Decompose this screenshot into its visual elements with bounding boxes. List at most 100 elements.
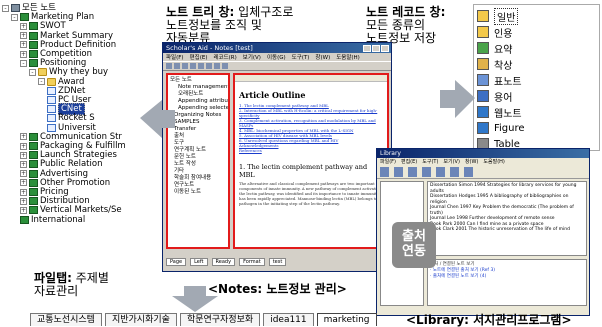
record-type-item[interactable]: 웹노트 bbox=[477, 104, 596, 120]
notes-tree-item[interactable]: Transfer bbox=[170, 126, 226, 133]
outline-link[interactable]: 2. Interaction of MBL with H-ficolin: a … bbox=[239, 108, 383, 118]
edit-reference-icon[interactable] bbox=[394, 166, 403, 177]
notes-tree-item[interactable]: 모든 노트 bbox=[170, 77, 226, 84]
notes-tree-item[interactable]: Appending selected bbox=[170, 105, 228, 112]
reference-row[interactable]: Journal Chen 1997 Key Problem the democr… bbox=[430, 205, 584, 216]
search-icon[interactable] bbox=[422, 166, 431, 177]
record-type-item[interactable]: 착상 bbox=[477, 56, 596, 72]
outline-link[interactable]: References bbox=[239, 148, 383, 153]
tree-item[interactable]: International bbox=[20, 215, 85, 225]
reference-row[interactable]: Dissertation Simon 1994 Strategies for l… bbox=[430, 183, 584, 194]
notes-tree-item[interactable]: Note management bbox=[170, 84, 228, 91]
outline-link[interactable]: 3. Complement activation, recognition an… bbox=[239, 118, 383, 128]
record-type-item[interactable]: 용어 bbox=[477, 88, 596, 104]
notes-tree-item[interactable]: 연구노트 bbox=[170, 182, 226, 189]
find-icon[interactable] bbox=[214, 63, 220, 69]
expand-icon[interactable]: + bbox=[20, 32, 27, 40]
menu-item[interactable]: 레코드(R) bbox=[213, 53, 236, 61]
paste-icon[interactable] bbox=[206, 63, 212, 69]
menu-item[interactable]: 도움말(H) bbox=[483, 158, 504, 165]
general-icon bbox=[477, 10, 489, 22]
file-tab-callout-desc-1: 주제별 bbox=[71, 271, 109, 285]
print-icon[interactable] bbox=[222, 63, 228, 69]
expand-icon[interactable]: + bbox=[20, 206, 27, 214]
close-button[interactable] bbox=[381, 44, 389, 52]
reference-detail-line[interactable]: · 출처에 연결된 노트 보기 (4) bbox=[430, 274, 584, 280]
record-type-label: Figure bbox=[494, 122, 525, 134]
maximize-button[interactable] bbox=[372, 44, 380, 52]
record-callout: 노트 레코드 창: 모든 종류의 노트정보 저장 bbox=[366, 6, 476, 45]
node-icon bbox=[29, 188, 38, 196]
menu-item[interactable]: 도구(T) bbox=[292, 53, 310, 61]
record-type-item[interactable]: 일반 bbox=[477, 7, 596, 25]
copy-icon[interactable] bbox=[198, 63, 204, 69]
file-tab[interactable]: 학문연구자정보화 bbox=[179, 313, 261, 326]
file-tab[interactable]: 교통노선시스템 bbox=[30, 313, 102, 326]
record-type-item[interactable]: Figure bbox=[477, 120, 596, 136]
expand-icon[interactable]: + bbox=[20, 41, 27, 49]
notes-tree-item[interactable]: 연구계획 노트 bbox=[170, 147, 226, 154]
save-icon[interactable] bbox=[182, 63, 188, 69]
notes-tree-item[interactable]: 기타 bbox=[170, 168, 226, 175]
add-reference-icon[interactable] bbox=[380, 166, 389, 177]
expand-icon[interactable]: + bbox=[20, 22, 27, 30]
record-type-item[interactable]: 요약 bbox=[477, 40, 596, 56]
minimize-button[interactable] bbox=[363, 44, 371, 52]
menu-item[interactable]: 편집(E) bbox=[190, 53, 208, 61]
expand-icon[interactable]: + bbox=[20, 151, 27, 159]
summary-icon bbox=[477, 42, 489, 54]
collapse-icon[interactable]: - bbox=[29, 68, 36, 76]
notes-tree-item[interactable]: 도구 bbox=[170, 140, 226, 147]
export-icon[interactable] bbox=[450, 166, 459, 177]
file-tab[interactable]: idea111 bbox=[263, 313, 314, 326]
menu-item[interactable]: 파일(F) bbox=[380, 158, 396, 165]
menu-item[interactable]: 보기(V) bbox=[443, 158, 460, 165]
expand-icon[interactable]: + bbox=[20, 188, 27, 196]
delete-reference-icon[interactable] bbox=[408, 166, 417, 177]
notes-tree-item[interactable]: Appending attributes bbox=[170, 98, 228, 105]
menu-item[interactable]: 창(W) bbox=[315, 53, 330, 61]
reference-row[interactable]: Dissertation Hodges 1995 A bibliography … bbox=[430, 194, 584, 205]
collapse-icon[interactable]: - bbox=[38, 78, 45, 86]
notes-tree-item[interactable]: SAMPLES bbox=[170, 119, 226, 126]
expand-icon[interactable]: + bbox=[20, 133, 27, 141]
menu-item[interactable]: 편집(E) bbox=[401, 158, 417, 165]
print-icon[interactable] bbox=[464, 166, 473, 177]
record-type-item[interactable]: 표노트 bbox=[477, 72, 596, 88]
file-tab[interactable]: 지반가시화기술 bbox=[104, 313, 177, 326]
collapse-icon[interactable]: - bbox=[2, 4, 9, 12]
notes-statusbar: Page Left Ready Format test bbox=[166, 255, 388, 269]
menu-item[interactable]: 창(W) bbox=[465, 158, 478, 165]
open-icon[interactable] bbox=[174, 63, 180, 69]
menu-item[interactable]: 이동(G) bbox=[267, 53, 286, 61]
expand-icon[interactable]: + bbox=[20, 160, 27, 168]
collapse-icon[interactable]: - bbox=[20, 59, 27, 67]
notes-tree-item[interactable]: 노트 작성 bbox=[170, 161, 226, 168]
notes-tree-item[interactable]: Organizing Notes bbox=[170, 112, 226, 119]
notes-tree-item[interactable]: 이동된 노트 bbox=[170, 189, 226, 196]
notes-tree-item[interactable]: 출처 bbox=[170, 133, 226, 140]
notes-tree-item[interactable]: 문헌 노트 bbox=[170, 154, 226, 161]
file-tab[interactable]: marketing bbox=[316, 313, 377, 326]
expand-icon[interactable]: + bbox=[20, 142, 27, 150]
notes-menubar: 파일(F) 편집(E) 레코드(R) 보기(V) 이동(G) 도구(T) 창(W) 도움말(H… bbox=[163, 53, 391, 61]
reference-row[interactable]: Book Clark 2001 The historic unreservati… bbox=[430, 227, 584, 233]
notes-tree-item[interactable]: 오래된노트 bbox=[170, 91, 226, 98]
import-icon[interactable] bbox=[436, 166, 445, 177]
record-type-item[interactable]: 인용 bbox=[477, 24, 596, 40]
expand-icon[interactable]: + bbox=[20, 50, 27, 58]
source-sync-badge: 출처 연동 bbox=[392, 222, 436, 268]
collapse-icon[interactable]: - bbox=[11, 13, 18, 21]
menu-item[interactable]: 보기(V) bbox=[243, 53, 261, 61]
menu-item[interactable]: 파일(F) bbox=[166, 53, 184, 61]
expand-icon[interactable]: + bbox=[20, 179, 27, 187]
menu-item[interactable]: 도구(T) bbox=[422, 158, 438, 165]
cut-icon[interactable] bbox=[190, 63, 196, 69]
menu-item[interactable]: 도움말(H) bbox=[336, 53, 360, 61]
new-note-icon[interactable] bbox=[166, 63, 172, 69]
notes-tree-item[interactable]: 학술회 참여내용 bbox=[170, 175, 226, 182]
expand-icon[interactable]: + bbox=[20, 197, 27, 205]
status-field: test bbox=[268, 258, 287, 266]
expand-icon[interactable]: + bbox=[20, 170, 27, 178]
node-icon bbox=[29, 31, 38, 40]
